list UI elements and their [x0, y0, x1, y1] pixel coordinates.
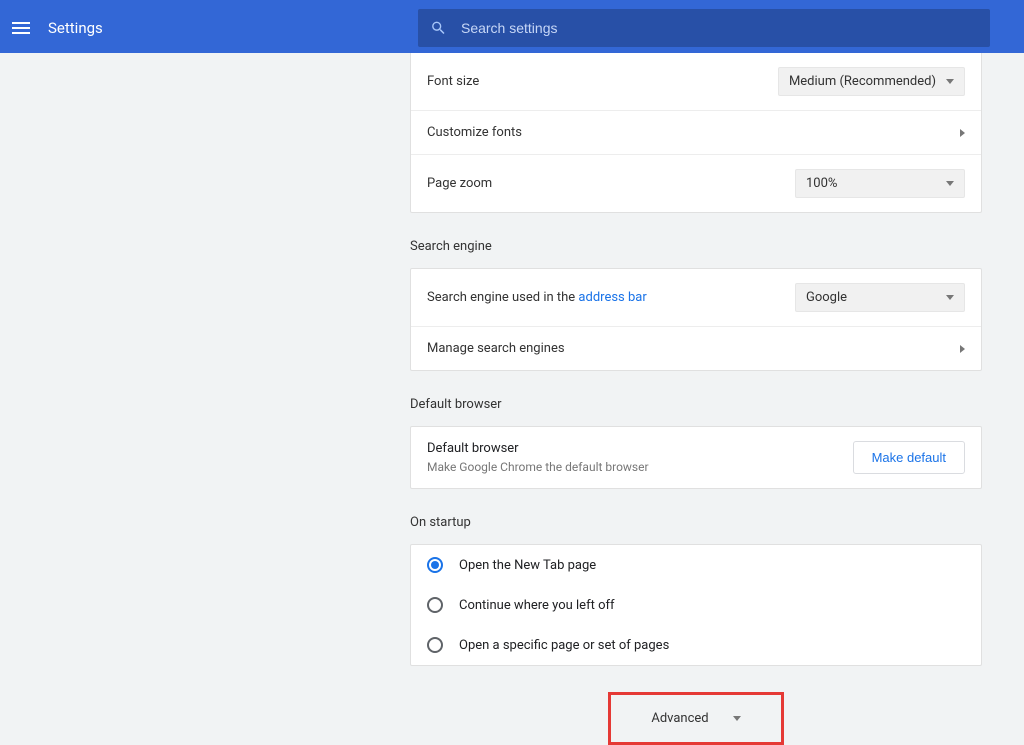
hamburger-menu-icon[interactable]: [12, 19, 30, 37]
font-size-select[interactable]: Medium (Recommended): [778, 67, 965, 96]
make-default-button[interactable]: Make default: [853, 441, 965, 474]
search-input[interactable]: [461, 20, 978, 36]
chevron-right-icon: [960, 345, 965, 353]
font-size-label: Font size: [427, 74, 778, 89]
chevron-down-icon: [733, 716, 741, 721]
settings-content: Font size Medium (Recommended) Customize…: [410, 53, 982, 745]
advanced-toggle[interactable]: Advanced: [608, 692, 783, 745]
startup-option-continue[interactable]: Continue where you left off: [411, 585, 981, 625]
startup-option1-label: Open the New Tab page: [459, 558, 596, 573]
search-engine-label: Search engine used in the address bar: [427, 290, 795, 305]
appearance-card: Font size Medium (Recommended) Customize…: [410, 53, 982, 213]
default-browser-section-title: Default browser: [410, 397, 982, 412]
font-size-value: Medium (Recommended): [789, 74, 936, 89]
startup-option3-label: Open a specific page or set of pages: [459, 638, 669, 653]
page-zoom-select[interactable]: 100%: [795, 169, 965, 198]
default-browser-row-sub: Make Google Chrome the default browser: [427, 460, 853, 474]
advanced-label: Advanced: [651, 711, 708, 726]
startup-option2-label: Continue where you left off: [459, 598, 615, 613]
font-size-row: Font size Medium (Recommended): [411, 53, 981, 110]
startup-card: Open the New Tab page Continue where you…: [410, 544, 982, 666]
manage-search-engines-row[interactable]: Manage search engines: [411, 326, 981, 370]
startup-option-new-tab[interactable]: Open the New Tab page: [411, 545, 981, 585]
search-engine-row: Search engine used in the address bar Go…: [411, 269, 981, 326]
header-title: Settings: [48, 19, 103, 37]
page-zoom-value: 100%: [806, 176, 837, 191]
default-browser-row-title: Default browser: [427, 441, 853, 456]
customize-fonts-row[interactable]: Customize fonts: [411, 110, 981, 154]
search-engine-section-title: Search engine: [410, 239, 982, 254]
chevron-down-icon: [946, 79, 954, 84]
radio-icon: [427, 557, 443, 573]
radio-icon: [427, 637, 443, 653]
default-browser-card: Default browser Make Google Chrome the d…: [410, 426, 982, 489]
default-browser-row: Default browser Make Google Chrome the d…: [411, 427, 981, 488]
search-engine-value: Google: [806, 290, 847, 305]
startup-section-title: On startup: [410, 515, 982, 530]
search-engine-card: Search engine used in the address bar Go…: [410, 268, 982, 371]
address-bar-link[interactable]: address bar: [578, 290, 646, 305]
app-header: Settings: [0, 3, 1024, 53]
advanced-section: Advanced: [410, 692, 982, 745]
manage-search-engines-label: Manage search engines: [427, 341, 960, 356]
startup-option-specific-pages[interactable]: Open a specific page or set of pages: [411, 625, 981, 665]
customize-fonts-label: Customize fonts: [427, 125, 960, 140]
chevron-down-icon: [946, 295, 954, 300]
search-engine-select[interactable]: Google: [795, 283, 965, 312]
search-bar: [418, 9, 990, 47]
chevron-down-icon: [946, 181, 954, 186]
page-zoom-label: Page zoom: [427, 176, 795, 191]
search-engine-prefix: Search engine used in the: [427, 290, 578, 305]
search-icon: [430, 19, 447, 37]
page-zoom-row: Page zoom 100%: [411, 154, 981, 212]
chevron-right-icon: [960, 129, 965, 137]
radio-icon: [427, 597, 443, 613]
